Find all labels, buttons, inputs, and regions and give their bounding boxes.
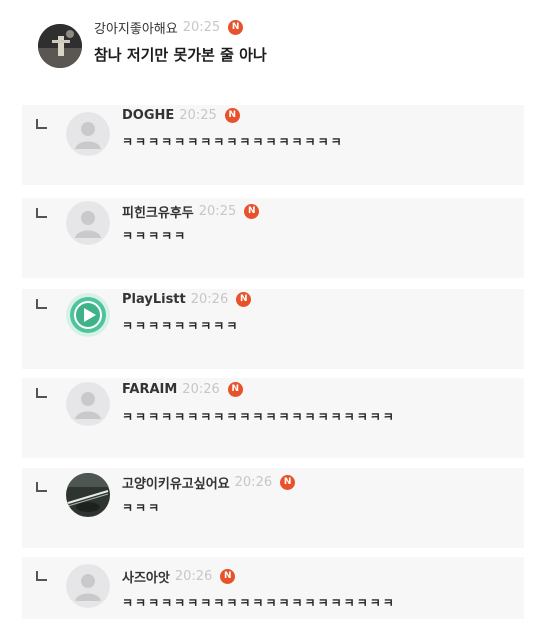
default-user-icon[interactable] [66,201,110,245]
default-user-icon[interactable] [66,382,110,426]
comment-item: 강아지좋아해요 20:25 N 참나 저기만 못가본 줄 아나 [0,0,540,96]
timestamp: 20:25 [182,20,221,35]
nickname[interactable]: 사즈아앗 [122,567,170,586]
comment-meta: 고양이키유고싶어요 20:26 N [122,473,296,492]
nickname[interactable]: 강아지좋아해요 [94,18,178,37]
comment-meta: 사즈아앗 20:26 N [122,567,236,586]
new-badge: N [227,382,243,397]
reply-item: 고양이키유고싶어요 20:26 N ㅋㅋㅋ [22,468,524,548]
reply-indicator-icon [36,482,47,492]
default-user-icon[interactable] [66,564,110,608]
comment-list: 강아지좋아해요 20:25 N 참나 저기만 못가본 줄 아나 DOGHE 20… [0,0,540,619]
reply-text: ㅋㅋㅋㅋㅋㅋㅋㅋㅋ [122,319,240,333]
play-icon[interactable] [66,293,110,337]
comment-meta: DOGHE 20:25 N [122,108,240,123]
reply-text: ㅋㅋㅋㅋㅋㅋㅋㅋㅋㅋㅋㅋㅋㅋㅋㅋㅋ [122,135,344,149]
reply-text: ㅋㅋㅋ [122,501,162,515]
photo-avatar-icon[interactable] [38,24,82,68]
reply-item: PlayListt 20:26 N ㅋㅋㅋㅋㅋㅋㅋㅋㅋ [22,289,524,369]
reply-item: FARAIM 20:26 N ㅋㅋㅋㅋㅋㅋㅋㅋㅋㅋㅋㅋㅋㅋㅋㅋㅋㅋㅋㅋㅋ [22,378,524,458]
reply-text: ㅋㅋㅋㅋㅋ [122,229,188,243]
nickname[interactable]: 고양이키유고싶어요 [122,473,230,492]
nickname[interactable]: PlayListt [122,292,186,307]
reply-text: ㅋㅋㅋㅋㅋㅋㅋㅋㅋㅋㅋㅋㅋㅋㅋㅋㅋㅋㅋㅋㅋ [122,596,396,610]
nickname[interactable]: FARAIM [122,382,177,397]
nickname[interactable]: 피힌크유후두 [122,202,194,221]
new-badge: N [236,292,252,307]
new-badge: N [280,475,296,490]
timestamp: 20:25 [179,108,217,123]
timestamp: 20:26 [182,382,220,397]
reply-text: ㅋㅋㅋㅋㅋㅋㅋㅋㅋㅋㅋㅋㅋㅋㅋㅋㅋㅋㅋㅋㅋ [122,410,396,424]
reply-indicator-icon [36,571,47,581]
reply-item: DOGHE 20:25 N ㅋㅋㅋㅋㅋㅋㅋㅋㅋㅋㅋㅋㅋㅋㅋㅋㅋ [22,105,524,185]
photo-avatar-icon[interactable] [66,473,110,517]
new-badge: N [224,108,240,123]
comment-meta: 강아지좋아해요 20:25 N [94,18,244,37]
nickname[interactable]: DOGHE [122,108,174,123]
comment-meta: FARAIM 20:26 N [122,382,243,397]
reply-indicator-icon [36,299,47,309]
comment-meta: PlayListt 20:26 N [122,292,252,307]
reply-item: 피힌크유후두 20:25 N ㅋㅋㅋㅋㅋ [22,198,524,278]
timestamp: 20:26 [174,569,213,584]
timestamp: 20:25 [198,204,237,219]
reply-indicator-icon [36,119,47,129]
new-badge: N [244,204,260,219]
reply-indicator-icon [36,388,47,398]
comment-text: 참나 저기만 못가본 줄 아나 [94,46,267,64]
reply-indicator-icon [36,208,47,218]
new-badge: N [220,569,236,584]
timestamp: 20:26 [190,292,229,307]
comment-meta: 피힌크유후두 20:25 N [122,202,260,221]
new-badge: N [228,20,244,35]
timestamp: 20:26 [234,475,273,490]
default-user-icon[interactable] [66,112,110,156]
reply-item: 사즈아앗 20:26 N ㅋㅋㅋㅋㅋㅋㅋㅋㅋㅋㅋㅋㅋㅋㅋㅋㅋㅋㅋㅋㅋ [22,557,524,619]
